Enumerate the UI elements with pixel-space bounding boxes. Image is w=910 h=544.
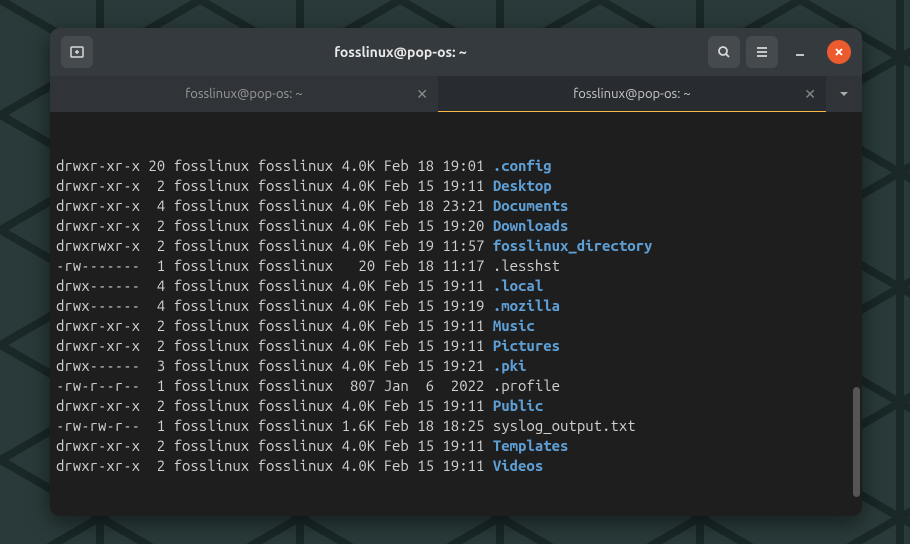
ls-row: drwxr-xr-x 2 fosslinux fosslinux 4.0K Fe… bbox=[56, 436, 856, 456]
close-button[interactable] bbox=[827, 40, 851, 64]
tab-dropdown-button[interactable] bbox=[826, 76, 862, 112]
file-name: syslog_output.txt bbox=[493, 417, 636, 434]
file-name: .lesshst bbox=[493, 257, 560, 274]
file-name: fosslinux_directory bbox=[493, 237, 653, 254]
search-button[interactable] bbox=[708, 36, 740, 68]
close-icon[interactable]: ✕ bbox=[804, 86, 816, 103]
tab-2[interactable]: fosslinux@pop-os: ~ ✕ bbox=[438, 76, 826, 112]
terminal-window: fosslinux@pop-os: ~ fosslinux@pop-os: ~ … bbox=[50, 28, 862, 516]
file-name: .config bbox=[493, 157, 552, 174]
ls-row: drwxrwxr-x 2 fosslinux fosslinux 4.0K Fe… bbox=[56, 236, 856, 256]
file-name: Pictures bbox=[493, 337, 560, 354]
new-tab-button[interactable] bbox=[61, 36, 93, 68]
ls-row: drwxr-xr-x 2 fosslinux fosslinux 4.0K Fe… bbox=[56, 216, 856, 236]
window-title: fosslinux@pop-os: ~ bbox=[96, 44, 705, 60]
file-name: Public bbox=[493, 397, 543, 414]
file-name: Videos bbox=[493, 457, 543, 474]
file-name: Documents bbox=[493, 197, 569, 214]
ls-row: drwxr-xr-x 4 fosslinux fosslinux 4.0K Fe… bbox=[56, 196, 856, 216]
file-name: .local bbox=[493, 277, 543, 294]
terminal-output[interactable]: drwxr-xr-x 20 fosslinux fosslinux 4.0K F… bbox=[50, 112, 862, 516]
file-name: .profile bbox=[493, 377, 560, 394]
minimize-button[interactable] bbox=[784, 36, 816, 68]
ls-row: drwx------ 4 fosslinux fosslinux 4.0K Fe… bbox=[56, 276, 856, 296]
tab-label: fosslinux@pop-os: ~ bbox=[185, 87, 302, 101]
file-name: Templates bbox=[493, 437, 569, 454]
scrollbar[interactable] bbox=[853, 387, 860, 497]
ls-row: drwxr-xr-x 2 fosslinux fosslinux 4.0K Fe… bbox=[56, 456, 856, 476]
ls-row: drwxr-xr-x 2 fosslinux fosslinux 4.0K Fe… bbox=[56, 316, 856, 336]
file-name: Desktop bbox=[493, 177, 552, 194]
file-name: Music bbox=[493, 317, 535, 334]
menu-button[interactable] bbox=[746, 36, 778, 68]
ls-row: -rw------- 1 fosslinux fosslinux 20 Feb … bbox=[56, 256, 856, 276]
ls-row: drwxr-xr-x 20 fosslinux fosslinux 4.0K F… bbox=[56, 156, 856, 176]
file-name: .pki bbox=[493, 357, 527, 374]
ls-row: -rw-rw-r-- 1 fosslinux fosslinux 1.6K Fe… bbox=[56, 416, 856, 436]
titlebar: fosslinux@pop-os: ~ bbox=[50, 28, 862, 76]
ls-row: drwxr-xr-x 2 fosslinux fosslinux 4.0K Fe… bbox=[56, 336, 856, 356]
tab-label: fosslinux@pop-os: ~ bbox=[573, 87, 690, 101]
file-name: Downloads bbox=[493, 217, 569, 234]
tab-1[interactable]: fosslinux@pop-os: ~ ✕ bbox=[50, 76, 438, 112]
ls-row: drwx------ 4 fosslinux fosslinux 4.0K Fe… bbox=[56, 296, 856, 316]
ls-row: drwxr-xr-x 2 fosslinux fosslinux 4.0K Fe… bbox=[56, 396, 856, 416]
tab-bar: fosslinux@pop-os: ~ ✕ fosslinux@pop-os: … bbox=[50, 76, 862, 112]
file-name: .mozilla bbox=[493, 297, 560, 314]
close-icon[interactable]: ✕ bbox=[416, 86, 428, 103]
ls-row: drwxr-xr-x 2 fosslinux fosslinux 4.0K Fe… bbox=[56, 176, 856, 196]
ls-row: -rw-r--r-- 1 fosslinux fosslinux 807 Jan… bbox=[56, 376, 856, 396]
ls-row: drwx------ 3 fosslinux fosslinux 4.0K Fe… bbox=[56, 356, 856, 376]
